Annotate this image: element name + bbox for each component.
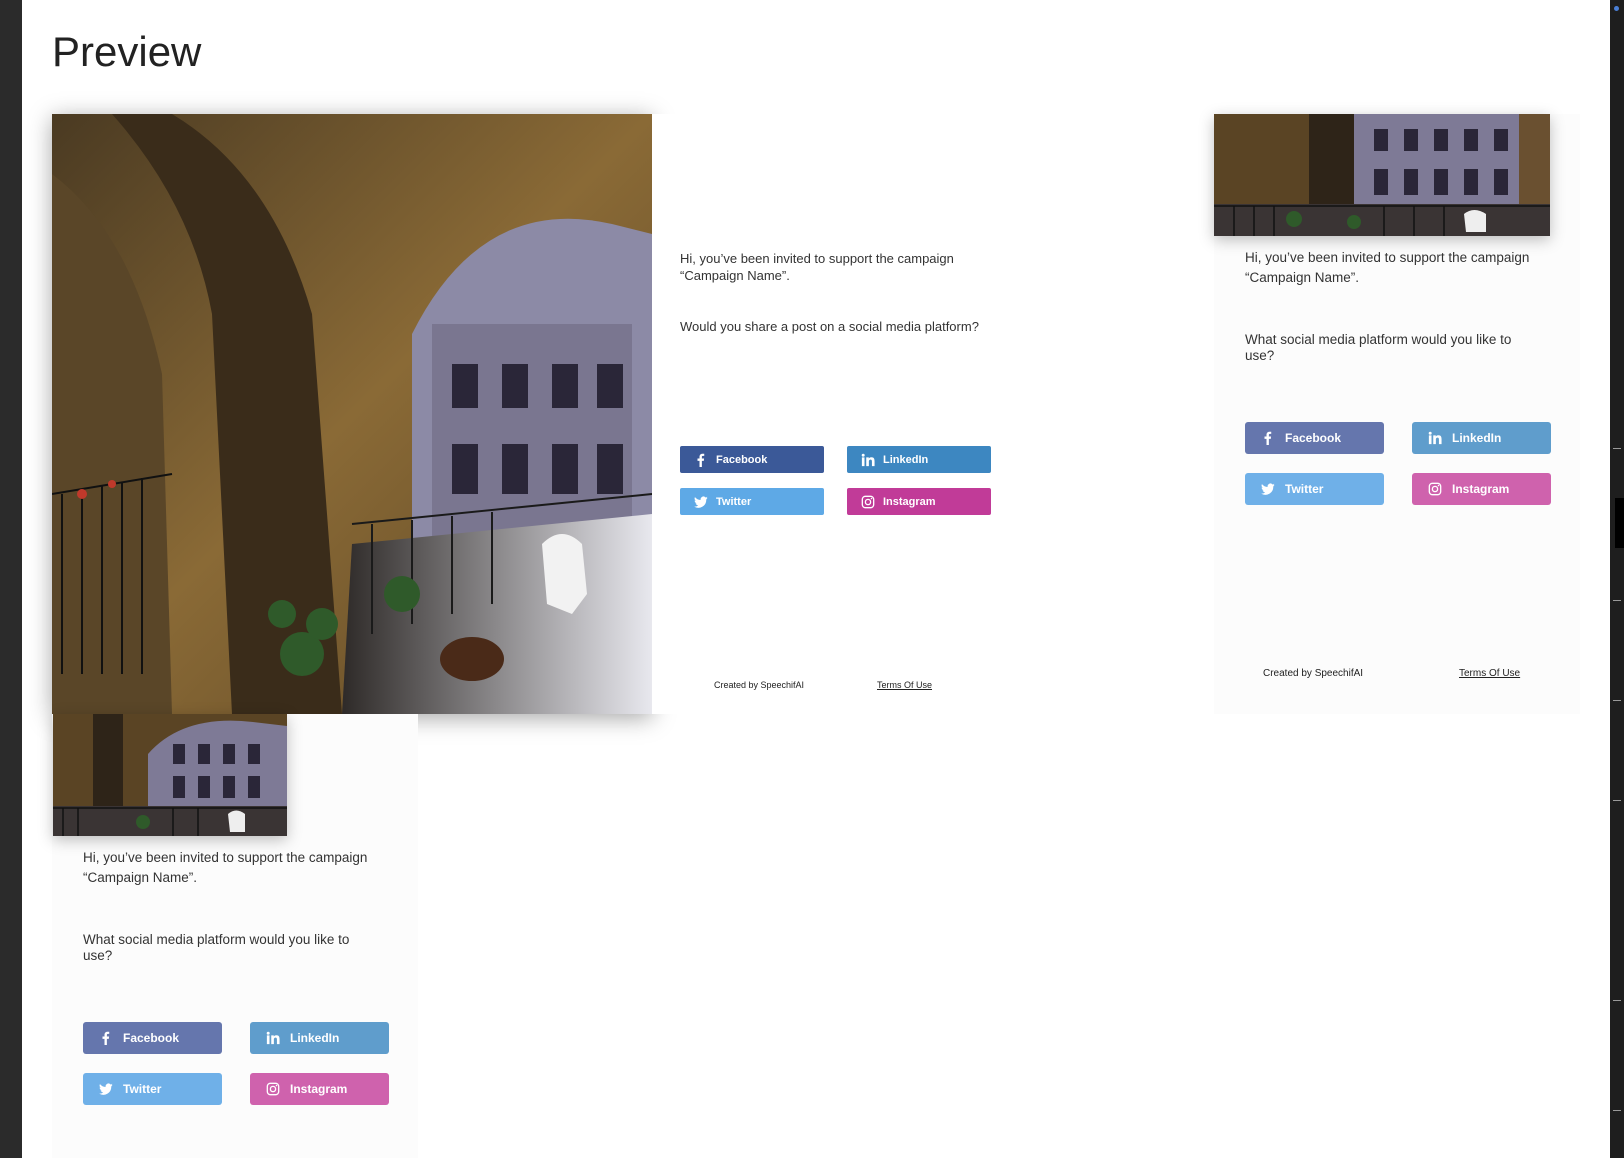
- twitter-button[interactable]: Twitter: [680, 488, 824, 515]
- created-by-text: Created by SpeechifAI: [714, 680, 805, 690]
- tablet-preview: Hi, you’ve been invited to support the c…: [1214, 114, 1580, 714]
- preview-canvas: Preview Hi, you’ve been invited to suppo…: [22, 0, 1610, 1158]
- terms-of-use-link[interactable]: Terms Of Use: [877, 680, 932, 690]
- twitter-icon: [99, 1082, 113, 1096]
- invite-text: Hi, you’ve been invited to support the c…: [1245, 250, 1530, 285]
- linkedin-icon: [1428, 431, 1442, 445]
- linkedin-icon: [861, 453, 875, 467]
- facebook-button-label: Facebook: [123, 1031, 180, 1045]
- share-question: Would you share a post on a social media…: [680, 319, 979, 334]
- twitter-icon: [1261, 482, 1275, 496]
- instagram-button[interactable]: Instagram: [1412, 473, 1551, 505]
- status-dot: [1614, 6, 1619, 11]
- instagram-icon: [861, 495, 875, 509]
- desktop-preview-image-panel: [52, 114, 652, 714]
- facebook-button-label: Facebook: [1285, 431, 1342, 445]
- instagram-icon: [1428, 482, 1442, 496]
- campaign-photo-banner: [53, 714, 287, 836]
- instagram-button[interactable]: Instagram: [847, 488, 991, 515]
- instagram-button-label: Instagram: [290, 1082, 348, 1096]
- twitter-button-label: Twitter: [123, 1082, 162, 1096]
- twitter-button[interactable]: Twitter: [83, 1073, 222, 1105]
- linkedin-button[interactable]: LinkedIn: [1412, 422, 1551, 454]
- twitter-button-label: Twitter: [1285, 482, 1324, 496]
- platform-question: What social media platform would you lik…: [1245, 332, 1512, 363]
- facebook-button-label: Facebook: [716, 453, 768, 466]
- facebook-icon: [99, 1031, 113, 1045]
- platform-question: What social media platform would you lik…: [83, 932, 350, 963]
- instagram-icon: [266, 1082, 280, 1096]
- linkedin-button-label: LinkedIn: [290, 1031, 340, 1045]
- facebook-icon: [694, 453, 708, 467]
- campaign-photo: [52, 114, 652, 714]
- twitter-button[interactable]: Twitter: [1245, 473, 1384, 505]
- linkedin-icon: [266, 1031, 280, 1045]
- toolbar-tick: [1613, 1000, 1621, 1001]
- facebook-button[interactable]: Facebook: [83, 1022, 222, 1054]
- toolbar-tick: [1613, 1110, 1621, 1111]
- facebook-button[interactable]: Facebook: [1245, 422, 1384, 454]
- terms-of-use-link[interactable]: Terms Of Use: [1459, 668, 1520, 679]
- invite-text: Hi, you’ve been invited to support the c…: [83, 850, 368, 885]
- toolbar-tick: [1613, 800, 1621, 801]
- toolbar-tick: [1613, 700, 1621, 701]
- instagram-button-label: Instagram: [1452, 482, 1510, 496]
- created-by-text: Created by SpeechifAI: [1263, 668, 1364, 679]
- linkedin-button[interactable]: LinkedIn: [250, 1022, 389, 1054]
- side-toolbar: [1610, 0, 1624, 1158]
- toolbar-handle[interactable]: [1615, 498, 1624, 548]
- instagram-button-label: Instagram: [883, 495, 936, 508]
- mobile-preview: Hi, you’ve been invited to support the c…: [52, 714, 418, 1158]
- instagram-button[interactable]: Instagram: [250, 1073, 389, 1105]
- page-title: Preview: [52, 28, 202, 75]
- linkedin-button-label: LinkedIn: [1452, 431, 1502, 445]
- invite-text: Hi, you’ve been invited to support the c…: [680, 251, 954, 283]
- twitter-icon: [694, 495, 708, 509]
- toolbar-tick: [1613, 600, 1621, 601]
- facebook-button[interactable]: Facebook: [680, 446, 824, 473]
- toolbar-tick: [1613, 448, 1621, 449]
- campaign-photo-banner: [1214, 114, 1550, 236]
- desktop-preview-content: Hi, you’ve been invited to support the c…: [652, 114, 992, 714]
- linkedin-button-label: LinkedIn: [883, 453, 929, 466]
- facebook-icon: [1261, 431, 1275, 445]
- linkedin-button[interactable]: LinkedIn: [847, 446, 991, 473]
- twitter-button-label: Twitter: [716, 495, 752, 508]
